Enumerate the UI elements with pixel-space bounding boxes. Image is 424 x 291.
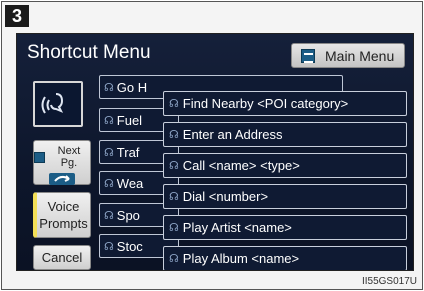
voice-mic-icon: ☊ bbox=[104, 80, 114, 94]
command-item-find-nearby[interactable]: ☊ Find Nearby <POI category> bbox=[163, 91, 407, 116]
command-item-dial[interactable]: ☊ Dial <number> bbox=[163, 184, 407, 209]
command-label: Find Nearby <POI category> bbox=[182, 96, 349, 111]
voice-mic-icon: ☊ bbox=[104, 208, 114, 222]
background-item-label: Wea bbox=[116, 175, 144, 191]
voice-mic-icon: ☊ bbox=[169, 252, 179, 265]
background-item-label: Spo bbox=[116, 207, 140, 223]
background-item-label: Fuel bbox=[116, 112, 143, 128]
command-item-call[interactable]: ☊ Call <name> <type> bbox=[163, 153, 407, 178]
command-label: Play Artist <name> bbox=[182, 220, 292, 235]
voice-command-button[interactable] bbox=[33, 81, 83, 127]
voice-prompts-label-line2: Prompts bbox=[39, 216, 88, 231]
menu-icon bbox=[301, 48, 315, 63]
main-menu-button[interactable]: Main Menu bbox=[291, 43, 405, 68]
voice-mic-icon: ☊ bbox=[169, 128, 179, 141]
command-item-enter-address[interactable]: ☊ Enter an Address bbox=[163, 122, 407, 147]
next-page-label: Next Pg. bbox=[57, 145, 81, 169]
command-label: Call <name> <type> bbox=[182, 158, 300, 173]
main-menu-label: Main Menu bbox=[325, 47, 395, 64]
cancel-button[interactable]: Cancel bbox=[33, 245, 91, 270]
command-label: Play Album <name> bbox=[182, 251, 300, 266]
voice-command-list: ☊ Find Nearby <POI category> ☊ Enter an … bbox=[163, 91, 407, 270]
command-item-play-album[interactable]: ☊ Play Album <name> bbox=[163, 246, 407, 270]
figure-code: II55GS017U bbox=[361, 276, 417, 287]
voice-mic-icon: ☊ bbox=[169, 97, 179, 110]
voice-mic-icon: ☊ bbox=[104, 239, 114, 253]
background-item-label: Go H bbox=[116, 79, 148, 95]
command-item-play-artist[interactable]: ☊ Play Artist <name> bbox=[163, 215, 407, 240]
page-title: Shortcut Menu bbox=[27, 42, 151, 63]
command-label: Enter an Address bbox=[182, 127, 283, 142]
background-item-label: Stoc bbox=[116, 238, 143, 254]
figure-frame: 3 Shortcut Menu Main Menu Next Pg. Voice… bbox=[1, 1, 423, 290]
background-item-label: Traf bbox=[116, 144, 140, 160]
voice-mic-icon: ☊ bbox=[169, 190, 179, 203]
voice-command-icon bbox=[41, 93, 64, 114]
navigation-screen: Shortcut Menu Main Menu Next Pg. Voice P… bbox=[16, 33, 414, 271]
voice-mic-icon: ☊ bbox=[104, 176, 114, 190]
voice-mic-icon: ☊ bbox=[169, 221, 179, 234]
voice-mic-icon: ☊ bbox=[104, 113, 114, 127]
next-page-button[interactable]: Next Pg. bbox=[33, 140, 91, 185]
voice-mic-icon: ☊ bbox=[104, 145, 114, 159]
menu-icon bbox=[34, 151, 45, 163]
voice-prompts-label-line1: Voice bbox=[47, 199, 80, 214]
next-page-arrow-icon bbox=[49, 173, 75, 185]
voice-mic-icon: ☊ bbox=[169, 159, 179, 172]
command-label: Dial <number> bbox=[182, 189, 269, 204]
voice-prompts-button[interactable]: Voice Prompts bbox=[33, 192, 91, 238]
step-number-badge: 3 bbox=[5, 5, 29, 27]
